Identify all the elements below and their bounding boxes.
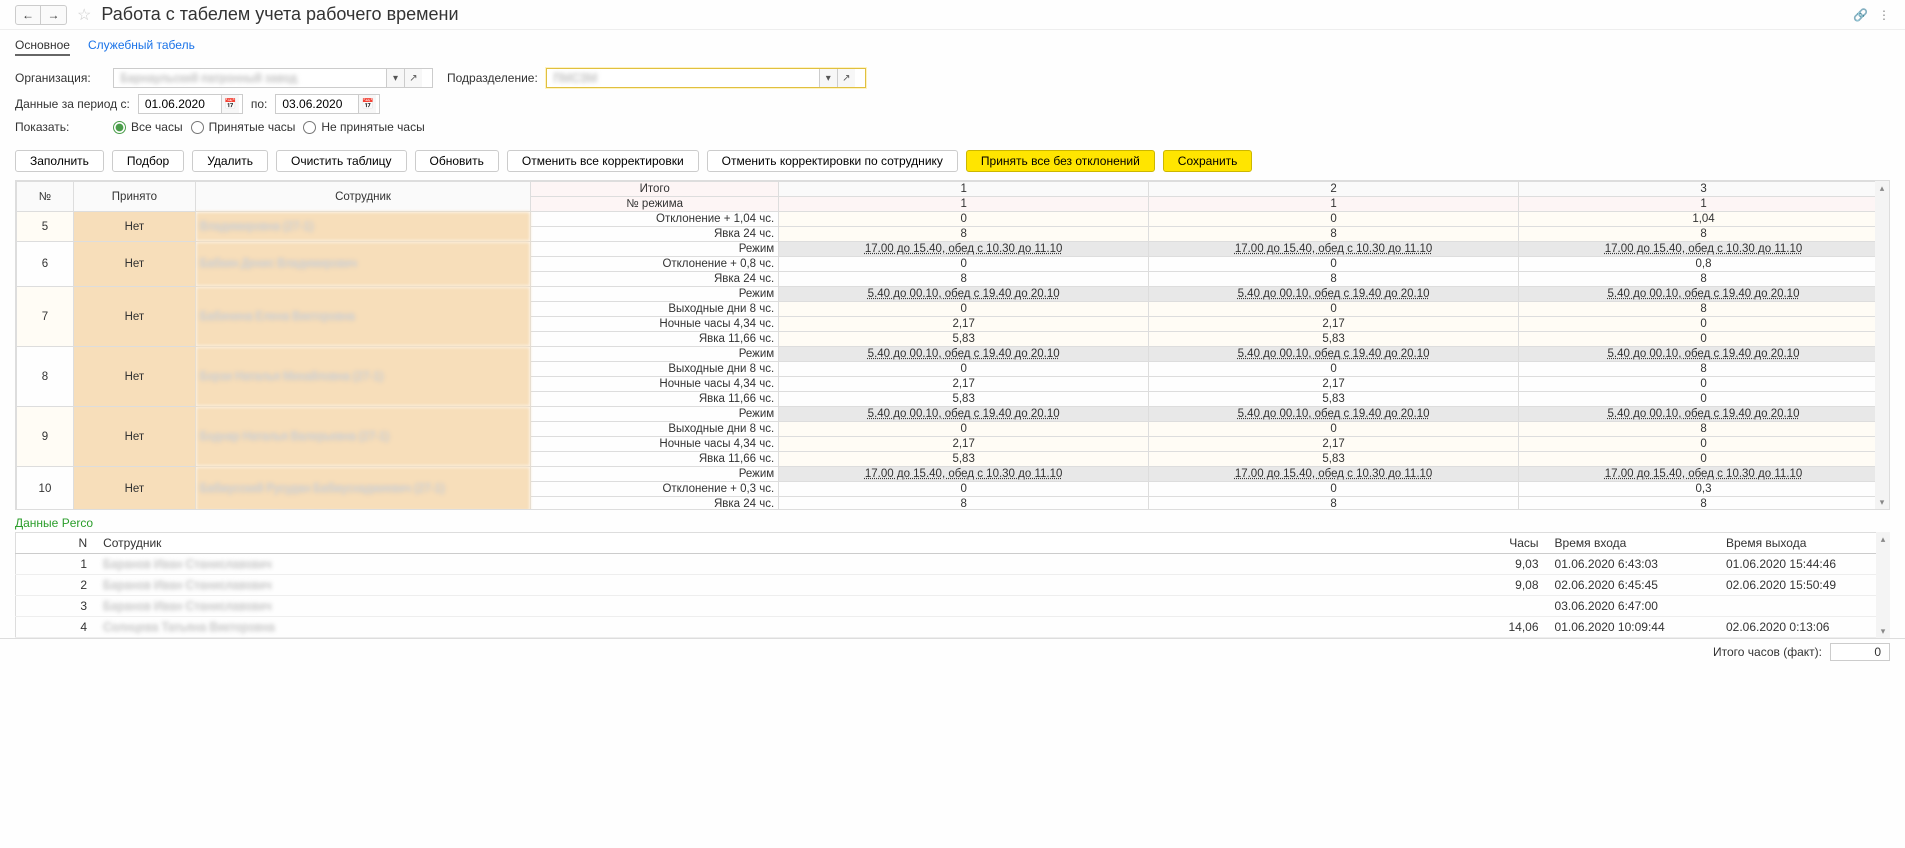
timesheet-table[interactable]: № Принято Сотрудник Итого 1 2 3 № режима… — [16, 181, 1889, 510]
refresh-button[interactable]: Обновить — [415, 150, 499, 172]
radio-accepted[interactable]: Принятые часы — [191, 120, 296, 134]
perco-row: 4Солнцева Татьяна Викторовна14,0601.06.2… — [16, 617, 1890, 638]
favorite-icon[interactable]: ☆ — [77, 5, 91, 25]
save-button[interactable]: Сохранить — [1163, 150, 1253, 172]
perco-col-emp: Сотрудник — [95, 533, 1430, 554]
pick-button[interactable]: Подбор — [112, 150, 184, 172]
perco-table[interactable]: N Сотрудник Часы Время входа Время выход… — [15, 532, 1890, 638]
table-row: 7НетБабинина Елена Викторовна Режим5.40 … — [17, 287, 1889, 302]
table-row: 8НетБорзи Наталья Михайловна (27-1) Режи… — [17, 347, 1889, 362]
tab-service[interactable]: Служебный табель — [88, 36, 195, 56]
perco-col-out: Время выхода — [1718, 533, 1890, 554]
perco-row: 2Баранов Иван Станиславович9,0802.06.202… — [16, 575, 1890, 596]
perco-col-in: Время входа — [1547, 533, 1718, 554]
org-open-button[interactable]: ↗ — [404, 69, 422, 87]
forward-button[interactable]: → — [41, 5, 67, 25]
clear-button[interactable]: Очистить таблицу — [276, 150, 407, 172]
footer-label: Итого часов (факт): — [1713, 645, 1822, 659]
link-icon[interactable]: 🔗 — [1853, 8, 1868, 22]
tab-main[interactable]: Основное — [15, 36, 70, 56]
table-row: 9НетБоднар Наталья Валерьевна (27-1) Реж… — [17, 407, 1889, 422]
fill-button[interactable]: Заполнить — [15, 150, 104, 172]
period-from-calendar-icon[interactable]: 📅 — [221, 95, 239, 113]
col-d3: 3 — [1519, 182, 1889, 197]
period-from-label: Данные за период с: — [15, 97, 130, 111]
period-to-calendar-icon[interactable]: 📅 — [358, 95, 376, 113]
perco-title: Данные Perco — [0, 510, 1905, 532]
dept-open-button[interactable]: ↗ — [837, 69, 855, 87]
col-total: Итого — [531, 182, 779, 197]
org-input[interactable] — [114, 69, 386, 87]
table-row: 6НетБабкин Денис Владимирович Режим17.00… — [17, 242, 1889, 257]
dept-dropdown-button[interactable]: ▾ — [819, 69, 837, 87]
more-icon[interactable]: ⋮ — [1878, 8, 1890, 22]
period-from-input[interactable] — [139, 95, 221, 113]
back-button[interactable]: ← — [15, 5, 41, 25]
col-mode: № режима — [531, 197, 779, 212]
radio-notaccepted[interactable]: Не принятые часы — [303, 120, 424, 134]
dept-label: Подразделение: — [447, 71, 538, 85]
perco-row: 1Баранов Иван Станиславович9,0301.06.202… — [16, 554, 1890, 575]
period-to-label: по: — [251, 97, 268, 111]
page-title: Работа с табелем учета рабочего времени — [101, 4, 458, 25]
org-label: Организация: — [15, 71, 105, 85]
cancel-all-button[interactable]: Отменить все корректировки — [507, 150, 699, 172]
perco-row: 3Баранов Иван Станиславович03.06.2020 6:… — [16, 596, 1890, 617]
delete-button[interactable]: Удалить — [192, 150, 268, 172]
col-d2: 2 — [1149, 182, 1519, 197]
period-to-input[interactable] — [276, 95, 358, 113]
col-acc: Принято — [73, 182, 195, 212]
table-row: 5НетВладимировна (27-1) Отклонение + 1,0… — [17, 212, 1889, 227]
accept-all-button[interactable]: Принять все без отклонений — [966, 150, 1155, 172]
table-row: 10НетБабмусский Русудан Бабмусхаджиевич … — [17, 467, 1889, 482]
radio-all[interactable]: Все часы — [113, 120, 183, 134]
table-scrollbar-vertical[interactable]: ▴▾ — [1875, 181, 1889, 509]
show-label: Показать: — [15, 120, 105, 134]
footer-value: 0 — [1830, 643, 1890, 661]
col-d1: 1 — [779, 182, 1149, 197]
col-num: № — [17, 182, 74, 212]
dept-input[interactable] — [547, 69, 819, 87]
perco-col-n: N — [16, 533, 96, 554]
col-emp: Сотрудник — [195, 182, 530, 212]
org-dropdown-button[interactable]: ▾ — [386, 69, 404, 87]
cancel-emp-button[interactable]: Отменить корректировки по сотруднику — [707, 150, 958, 172]
perco-scrollbar-vertical[interactable]: ▴▾ — [1876, 532, 1890, 638]
perco-col-hours: Часы — [1430, 533, 1546, 554]
